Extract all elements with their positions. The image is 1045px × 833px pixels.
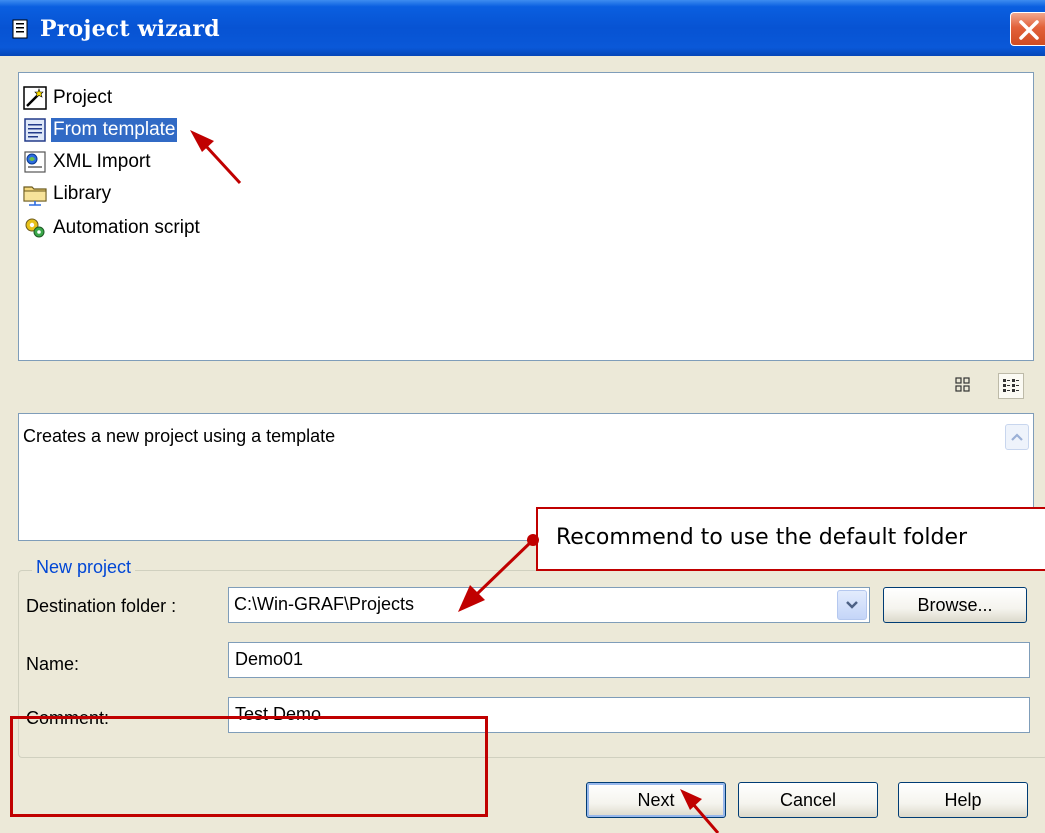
list-item-label: Library (53, 183, 112, 204)
annotation-callout-text: Recommend to use the default folder (556, 525, 968, 550)
name-comment-highlight-box (10, 716, 488, 817)
annotation-callout: Recommend to use the default folder (536, 507, 1045, 571)
list-item-xml-import[interactable]: XML Import (23, 147, 153, 177)
browse-button-label: Browse... (917, 594, 993, 615)
window-title: Project wizard (40, 16, 220, 42)
chevron-down-icon (846, 601, 858, 609)
large-icons-icon (955, 377, 970, 392)
scroll-up-button[interactable] (1005, 424, 1029, 450)
destination-folder-label: Destination folder : (26, 596, 177, 616)
browse-button[interactable]: Browse... (883, 587, 1027, 623)
chevron-up-icon (1011, 433, 1023, 441)
help-button[interactable]: Help (898, 782, 1028, 818)
destination-folder-combo[interactable]: C:\Win-GRAF\Projects (228, 587, 870, 623)
automation-script-icon (25, 218, 45, 238)
list-item-label: Automation script (53, 217, 200, 238)
title-bar: Project wizard (0, 0, 1045, 56)
project-wand-icon (23, 86, 47, 110)
destination-folder-value: C:\Win-GRAF\Projects (234, 594, 415, 614)
next-button-label: Next (637, 789, 675, 810)
description-text: Creates a new project using a template (23, 426, 336, 446)
template-document-icon (24, 118, 46, 142)
name-label: Name: (26, 654, 80, 674)
xml-import-icon (24, 151, 46, 173)
cancel-button-label: Cancel (779, 789, 837, 810)
large-icons-view-button[interactable] (951, 373, 977, 399)
list-item-automation-script[interactable]: Automation script (23, 213, 202, 243)
list-view-button[interactable] (998, 373, 1024, 399)
destination-dropdown-button[interactable] (837, 590, 867, 620)
help-button-label: Help (944, 789, 982, 810)
list-item-library[interactable]: Library (23, 179, 113, 209)
cancel-button[interactable]: Cancel (738, 782, 878, 818)
project-wizard-window: Project wizard Project From template XML… (0, 0, 1045, 833)
wizard-document-icon (12, 19, 28, 39)
project-type-list[interactable]: Project From template XML Import Library… (18, 72, 1034, 361)
list-item-label: Project (53, 87, 113, 108)
library-folder-icon (23, 186, 47, 206)
next-button[interactable]: Next (586, 782, 726, 818)
list-view-icon (1003, 379, 1019, 392)
new-project-group-label: New project (32, 557, 136, 578)
list-item-from-template[interactable]: From template (23, 115, 178, 145)
list-item-label: XML Import (53, 151, 151, 172)
name-input[interactable]: Demo01 (228, 642, 1030, 678)
list-item-label: From template (51, 118, 178, 142)
close-icon (1019, 20, 1039, 40)
close-button[interactable] (1010, 12, 1045, 46)
list-item-project[interactable]: Project (23, 83, 114, 113)
